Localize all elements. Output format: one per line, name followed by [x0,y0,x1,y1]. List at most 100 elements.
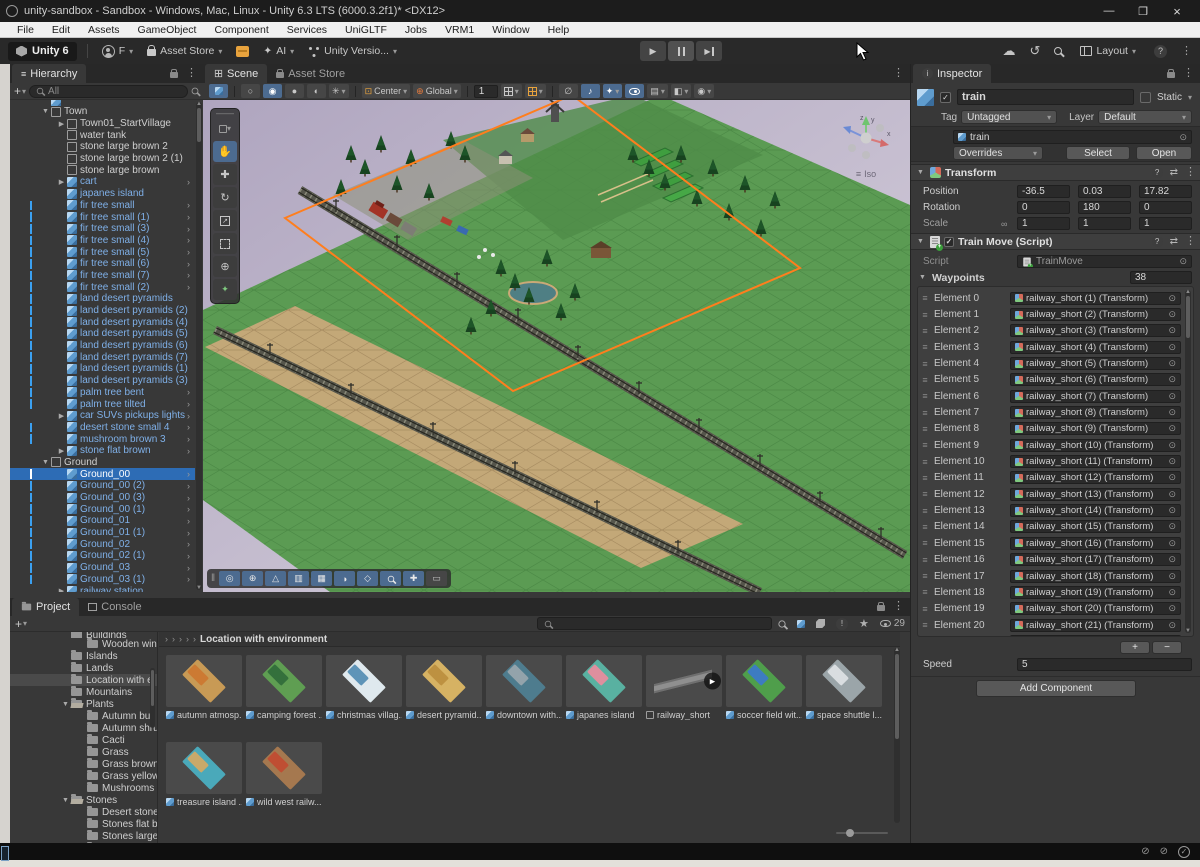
kebab-menu-icon[interactable]: ⋮ [1185,236,1196,247]
prefab-object-field[interactable]: train ⊙ [953,130,1192,144]
drag-handle-icon[interactable]: ≡ [920,375,930,385]
asset-thumbnail[interactable] [246,655,322,707]
drag-handle-icon[interactable]: ≡ [920,293,930,303]
link-scale-icon[interactable]: ∞ [1001,219,1009,229]
foldout-arrow[interactable]: ▶ [56,587,67,592]
custom-tool-button[interactable]: ✦ [213,279,237,300]
foldout-arrow[interactable]: ▶ [56,120,67,128]
lock-icon[interactable] [170,72,178,78]
project-folder-item[interactable]: Autumn shru [10,722,157,734]
menu-file[interactable]: File [8,22,43,38]
hierarchy-item[interactable]: Ground_00 (1)› [10,503,195,515]
presets-icon[interactable]: ⇄ [1170,236,1178,247]
project-tree-scrollbar[interactable] [150,668,155,728]
pivot-mode-dropdown[interactable]: ⊡Center▾ [362,84,411,98]
label-filter-icon[interactable] [816,619,825,628]
drag-handle-icon[interactable]: ≡ [920,489,930,499]
hierarchy-item[interactable]: ▼Town [10,106,195,118]
expand-chevron-icon[interactable]: › [187,539,190,549]
add-component-button[interactable]: Add Component [976,680,1136,697]
object-picker-icon[interactable]: ⊙ [1168,440,1176,451]
scroll-up-icon[interactable]: ▲ [1185,289,1191,295]
create-asset-button[interactable]: +▾ [15,617,27,631]
hierarchy-item[interactable]: stone large brown [10,164,195,176]
menu-component[interactable]: Component [205,22,277,38]
favorites-icon[interactable]: ★ [859,617,869,630]
project-folder-item[interactable]: Desert stone [10,806,157,818]
project-folder-item[interactable]: Cacti [10,734,157,746]
object-picker-icon[interactable]: ⊙ [1168,423,1176,434]
tab-console[interactable]: Console [79,598,150,616]
project-folder-item[interactable]: Stones large [10,830,157,842]
waypoint-object-field[interactable]: railway_short (13) (Transform)⊙ [1010,488,1181,501]
position-y-field[interactable]: 0.03 [1078,185,1131,198]
expand-chevron-icon[interactable]: › [187,493,190,503]
scroll-up-icon[interactable]: ▲ [894,647,900,653]
static-checkbox[interactable] [1140,92,1151,103]
hierarchy-item[interactable]: water tank [10,129,195,141]
object-picker-icon[interactable]: ⊙ [1168,407,1176,418]
project-folder-item[interactable]: Wooden win [10,638,157,650]
project-folder-item[interactable]: Grass [10,746,157,758]
pan-overlay-button[interactable]: ✚ [403,571,424,586]
select-button[interactable]: Select [1066,146,1130,160]
drag-handle-icon[interactable]: ≡ [920,538,930,548]
search-filter-icon[interactable] [192,88,199,95]
notifications-muted-icon[interactable]: ⊘ [1141,846,1149,857]
object-picker-icon[interactable]: ⊙ [1168,505,1176,516]
object-picker-icon[interactable]: ⊙ [1168,571,1176,582]
tab-asset-store[interactable]: Asset Store [267,64,354,83]
cloud-status-icon[interactable]: ✓ [1178,846,1190,858]
waypoint-object-field[interactable]: railway_short (8) (Transform)⊙ [1010,406,1181,419]
thumbnail-zoom-slider[interactable] [836,829,888,837]
hierarchy-item[interactable]: ▶cart› [10,176,195,188]
hierarchy-item[interactable]: Ground_00 (3)› [10,492,195,504]
scale-tool-button[interactable]: ↗ [213,210,237,231]
foldout-arrow[interactable]: ▶ [56,447,67,455]
project-folder-item[interactable]: Grass yellow [10,770,157,782]
build-profile-button[interactable] [232,41,253,61]
hierarchy-item[interactable]: Ground_00› [10,468,195,480]
waypoint-object-field[interactable]: railway_short (14) (Transform)⊙ [1010,504,1181,517]
foldout-arrow[interactable]: ▼ [915,238,926,245]
drag-handle-icon[interactable]: ≡ [920,620,930,630]
asset-item[interactable]: christmas villag... [326,655,402,720]
hierarchy-item[interactable]: Ground_01 (1)› [10,527,195,539]
waypoint-object-field[interactable]: railway_short (15) (Transform)⊙ [1010,520,1181,533]
asset-thumbnail[interactable] [726,655,802,707]
asset-thumbnail[interactable] [406,655,482,707]
asset-thumbnail[interactable] [246,742,322,794]
menu-services[interactable]: Services [278,22,336,38]
kebab-menu-icon[interactable]: ⋮ [1183,68,1194,79]
hierarchy-item[interactable]: ▼Ground [10,457,195,469]
waypoint-row[interactable]: ≡Element 11railway_short (12) (Transform… [920,470,1181,486]
menu-gameobject[interactable]: GameObject [129,22,206,38]
scroll-down-icon[interactable]: ▼ [196,585,202,591]
waypoint-object-field[interactable]: railway_short (6) (Transform)⊙ [1010,373,1181,386]
hierarchy-item[interactable]: ▶stone flat brown› [10,445,195,457]
waypoint-row[interactable]: ≡Element 4railway_short (5) (Transform)⊙ [920,355,1181,371]
asset-item[interactable]: space shuttle l... [806,655,882,720]
position-z-field[interactable]: 17.82 [1139,185,1192,198]
kebab-menu-icon[interactable]: ⋮ [893,68,904,79]
menu-help[interactable]: Help [539,22,579,38]
hierarchy-item[interactable]: Ground_03› [10,562,195,574]
camera-view-dropdown[interactable]: ◧▾ [671,84,692,98]
hierarchy-item[interactable]: desert stone small 4› [10,422,195,434]
scrollbar-thumb[interactable] [151,670,154,706]
script-component-header[interactable]: ▼ ✓ Train Move (Script) ? ⇄ ⋮ [911,233,1200,250]
levels-overlay-button[interactable]: ▥ [288,571,309,586]
add-waypoint-button[interactable]: + [1120,641,1150,654]
project-search-input[interactable] [537,617,772,630]
pause-button[interactable] [668,41,694,61]
play-button[interactable]: ▶ [640,41,666,61]
camera-settings-button[interactable]: ∅ [559,84,578,98]
hierarchy-item[interactable]: fir tree small (5)› [10,246,195,258]
object-picker-icon[interactable]: ⊙ [1168,309,1176,320]
hierarchy-item[interactable]: land desert pyramids (5) [10,328,195,340]
scale-x-field[interactable]: 1 [1017,217,1070,230]
hierarchy-item[interactable]: fir tree small (4)› [10,235,195,247]
expand-chevron-icon[interactable]: › [187,574,190,584]
component-enabled-checkbox[interactable]: ✓ [944,237,954,247]
layers-dropdown[interactable]: ▤▾ [647,84,668,98]
